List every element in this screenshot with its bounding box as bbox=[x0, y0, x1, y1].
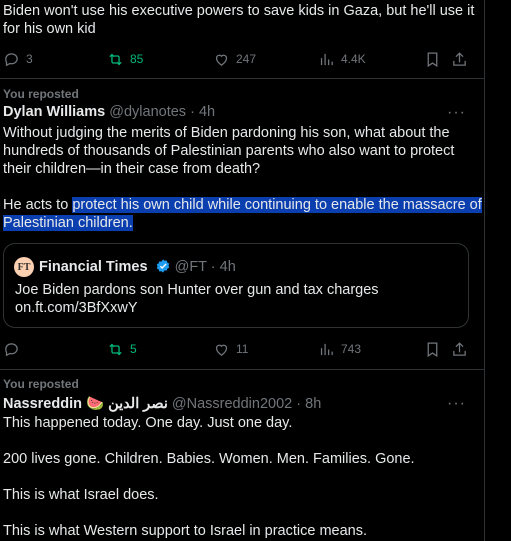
separator: · bbox=[296, 396, 302, 412]
reply-button[interactable]: 3 bbox=[3, 49, 33, 69]
repost-icon bbox=[109, 343, 122, 355]
reply-icon bbox=[5, 52, 18, 66]
share-button[interactable] bbox=[451, 49, 468, 69]
like-button[interactable]: 11 bbox=[213, 339, 248, 359]
repost-button[interactable]: 85 bbox=[107, 49, 143, 69]
views-icon bbox=[320, 53, 333, 65]
post-text-line: hundreds of thousands of Palestinian par… bbox=[3, 143, 455, 159]
author-handle[interactable]: @Nassreddin2002 bbox=[172, 396, 292, 412]
repost-button[interactable]: 5 bbox=[107, 339, 137, 359]
share-button[interactable] bbox=[451, 339, 468, 359]
quote-header: Financial Times @FT · 4h bbox=[39, 258, 236, 275]
post-paragraph: This is what Israel does. bbox=[3, 487, 159, 503]
post-actions: 5 11 743 bbox=[0, 339, 484, 359]
post-text-line: their children—in their case from death? bbox=[3, 161, 261, 177]
post-text-line: Without judging the merits of Biden pard… bbox=[3, 125, 450, 141]
repost-count: 85 bbox=[130, 52, 144, 66]
views-button[interactable]: 4.4K bbox=[318, 49, 366, 69]
post-1[interactable]: Biden won't use his executive powers to … bbox=[0, 0, 484, 79]
views-icon bbox=[320, 343, 333, 355]
post-header: Nassreddin 🍉 نصر الدين @Nassreddin2002 ·… bbox=[3, 395, 321, 412]
post-time[interactable]: 8h bbox=[305, 396, 321, 412]
reposted-label: You reposted bbox=[3, 87, 79, 101]
repost-count: 5 bbox=[130, 342, 137, 356]
share-icon bbox=[453, 51, 466, 66]
bookmark-icon bbox=[427, 51, 438, 67]
share-icon bbox=[453, 341, 466, 356]
post-header: Dylan Williams @dylanotes · 4h bbox=[3, 104, 215, 120]
like-icon bbox=[215, 54, 228, 66]
post-paragraph: This is what Western support to Israel i… bbox=[3, 523, 367, 539]
quote-text-line: Joe Biden pardons son Hunter over gun an… bbox=[15, 282, 379, 298]
reposted-label: You reposted bbox=[3, 377, 79, 391]
post-text: Without judging the merits of Biden pard… bbox=[3, 124, 454, 178]
bookmark-button[interactable] bbox=[424, 339, 441, 359]
more-options-button[interactable]: ··· bbox=[447, 104, 466, 122]
views-button[interactable]: 743 bbox=[318, 339, 361, 359]
quote-author-name: Financial Times bbox=[39, 259, 148, 275]
separator: · bbox=[210, 259, 216, 275]
post-paragraph: 200 lives gone. Children. Babies. Women.… bbox=[3, 451, 415, 467]
like-button[interactable]: 247 bbox=[213, 49, 256, 69]
quote-handle: @FT bbox=[174, 259, 207, 275]
quote-link[interactable]: on.ft.com/3BfXxwY bbox=[15, 299, 379, 317]
author-name[interactable]: Dylan Williams bbox=[3, 104, 105, 120]
post-text-line: Biden won't use his executive powers to … bbox=[3, 3, 475, 19]
verified-icon bbox=[156, 259, 169, 273]
quote-text: Joe Biden pardons son Hunter over gun an… bbox=[15, 281, 379, 317]
more-options-button[interactable]: ··· bbox=[447, 395, 466, 413]
selected-text: Palestinian children. bbox=[3, 215, 133, 231]
post-text-selected: He acts to protect his own child while c… bbox=[3, 196, 482, 232]
post-2[interactable]: You reposted Dylan Williams @dylanotes ·… bbox=[0, 78, 484, 370]
author-name[interactable]: Nassreddin 🍉 نصر الدين bbox=[3, 396, 168, 412]
quote-time: 4h bbox=[219, 259, 236, 275]
quote-card[interactable]: FT Financial Times @FT · 4h Joe Biden pa… bbox=[3, 243, 469, 328]
repost-icon bbox=[109, 53, 122, 65]
separator: · bbox=[190, 104, 195, 120]
reply-icon bbox=[5, 342, 18, 356]
text-prefix: He acts to bbox=[3, 197, 73, 213]
reply-count: 3 bbox=[26, 52, 33, 66]
like-count: 11 bbox=[236, 342, 249, 356]
reply-button[interactable] bbox=[3, 339, 26, 359]
timeline: Biden won't use his executive powers to … bbox=[0, 0, 485, 541]
post-actions: 3 85 247 4.4K bbox=[0, 49, 484, 69]
ft-logo: FT bbox=[14, 257, 34, 277]
post-time[interactable]: 4h bbox=[199, 104, 215, 120]
post-3[interactable]: You reposted Nassreddin 🍉 نصر الدين @Nas… bbox=[0, 369, 484, 541]
post-text: Biden won't use his executive powers to … bbox=[3, 2, 474, 38]
like-icon bbox=[215, 344, 228, 356]
bookmark-button[interactable] bbox=[424, 49, 441, 69]
post-text-line: for his own kid bbox=[3, 21, 96, 37]
bookmark-icon bbox=[427, 341, 438, 357]
selected-text: protect his own child while continuing t… bbox=[72, 197, 482, 213]
author-handle[interactable]: @dylanotes bbox=[109, 104, 186, 120]
like-count: 247 bbox=[236, 52, 257, 66]
views-count: 4.4K bbox=[341, 52, 366, 66]
views-count: 743 bbox=[341, 342, 362, 356]
post-paragraph: This happened today. One day. Just one d… bbox=[3, 415, 293, 431]
